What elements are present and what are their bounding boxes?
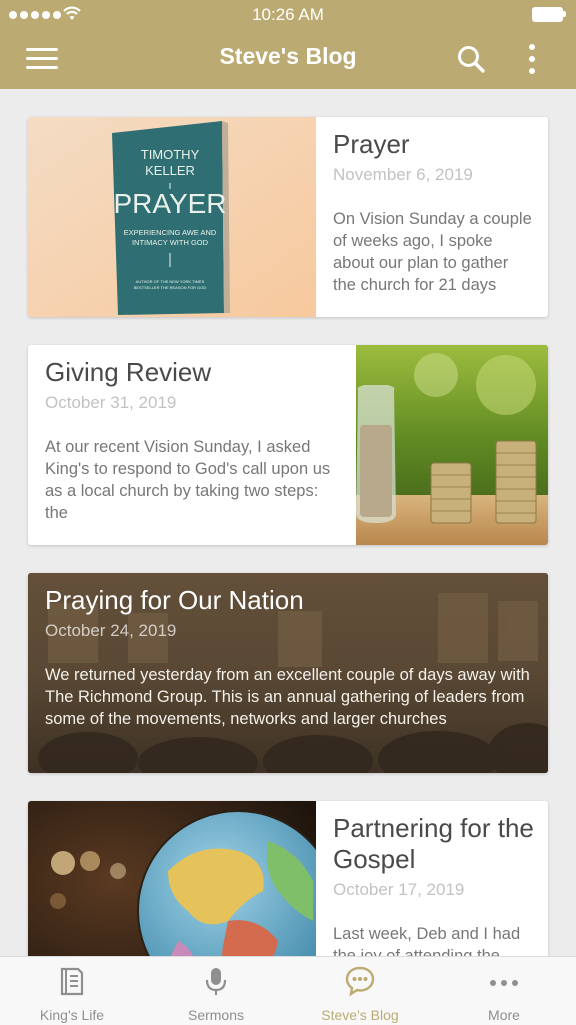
tab-more[interactable]: More bbox=[432, 957, 576, 1025]
tab-label: More bbox=[488, 1007, 520, 1023]
post-excerpt: At our recent Vision Sunday, I asked Kin… bbox=[45, 438, 331, 522]
post-card-praying-for-our-nation[interactable]: Praying for Our Nation October 24, 2019 … bbox=[28, 573, 548, 773]
status-time: 10:26 AM bbox=[252, 5, 324, 24]
book-title: PRAYER bbox=[113, 188, 226, 219]
book-tagline-line-1: AUTHOR OF THE NEW YORK TIMES bbox=[136, 279, 205, 284]
post-date: October 17, 2019 bbox=[333, 880, 465, 899]
book-tagline-line-2: BESTSELLER THE REASON FOR GOD bbox=[134, 285, 207, 290]
post-text-prayer: Prayer November 6, 2019 On Vision Sunday… bbox=[333, 117, 533, 317]
post-title: Prayer bbox=[333, 129, 410, 159]
post-image-coins bbox=[356, 345, 548, 545]
ellipsis-icon bbox=[490, 980, 518, 986]
book-author-line-2: KELLER bbox=[145, 163, 195, 178]
post-date: November 6, 2019 bbox=[333, 165, 473, 184]
post-title: Partnering for the Gospel bbox=[333, 813, 534, 874]
post-text-praying-for-our-nation: Praying for Our Nation October 24, 2019 … bbox=[28, 573, 548, 773]
speech-bubble-icon bbox=[345, 966, 375, 997]
battery-icon bbox=[532, 7, 566, 22]
post-excerpt: On Vision Sunday a couple of weeks ago, … bbox=[333, 210, 532, 294]
overflow-menu-icon[interactable] bbox=[522, 42, 542, 76]
tab-kings-life[interactable]: King's Life bbox=[0, 957, 144, 1025]
post-text-giving-review: Giving Review October 31, 2019 At our re… bbox=[45, 345, 345, 545]
page-title: Steve's Blog bbox=[219, 43, 357, 69]
post-title: Praying for Our Nation bbox=[45, 585, 304, 615]
tab-steves-blog[interactable]: Steve's Blog bbox=[288, 957, 432, 1025]
tab-bar: King's Life Sermons Steve's Blog More bbox=[0, 956, 576, 1025]
book-subtitle-line-2: INTIMACY WITH GOD bbox=[132, 238, 209, 247]
post-excerpt: We returned yesterday from an excellent … bbox=[45, 666, 530, 728]
post-date: October 24, 2019 bbox=[45, 621, 177, 640]
post-title: Giving Review bbox=[45, 357, 212, 387]
status-bar: 10:26 AM bbox=[0, 0, 576, 30]
book-author-line-1: TIMOTHY bbox=[141, 147, 200, 162]
tab-label: Steve's Blog bbox=[321, 1007, 399, 1023]
book-subtitle-line-1: EXPERIENCING AWE AND bbox=[124, 228, 217, 237]
post-date: October 31, 2019 bbox=[45, 393, 177, 412]
tab-label: Sermons bbox=[187, 1007, 245, 1023]
tab-sermons[interactable]: Sermons bbox=[144, 957, 288, 1025]
post-card-prayer[interactable]: TIMOTHY KELLER PRAYER EXPERIENCING AWE A… bbox=[28, 117, 548, 317]
post-card-giving-review[interactable]: Giving Review October 31, 2019 At our re… bbox=[28, 345, 548, 545]
book-icon bbox=[60, 967, 84, 996]
post-image-prayer-book: TIMOTHY KELLER PRAYER EXPERIENCING AWE A… bbox=[28, 117, 316, 317]
tab-label: King's Life bbox=[39, 1007, 105, 1023]
search-icon[interactable] bbox=[455, 43, 487, 75]
microphone-icon bbox=[205, 968, 227, 995]
top-bar: 10:26 AM Steve's Blog bbox=[0, 0, 576, 89]
